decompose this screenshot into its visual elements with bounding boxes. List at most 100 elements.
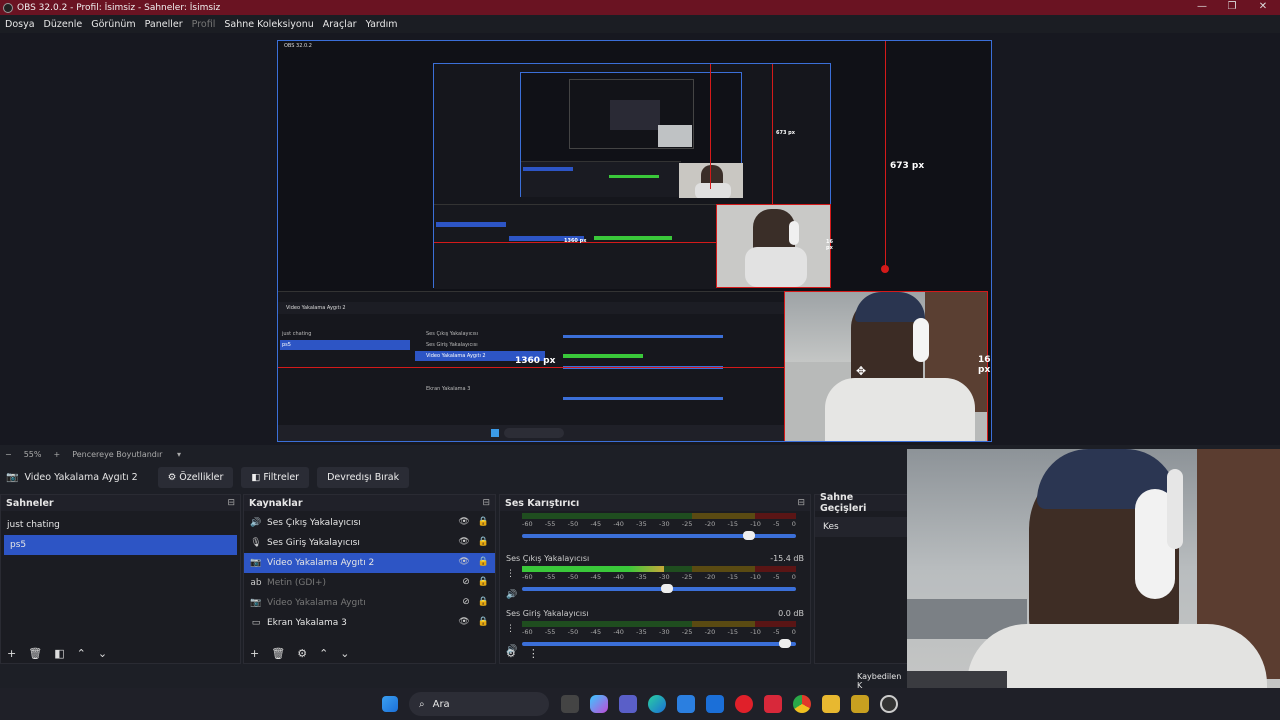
zoom-level: 55%: [23, 449, 42, 459]
menu-profile[interactable]: Profil: [192, 19, 216, 30]
menu-view[interactable]: Görünüm: [91, 19, 135, 30]
meter-ticks: -60 -55 -50 -45 -40 -35 -30 -25 -20 -15 -10 -5 0: [522, 628, 796, 636]
audio-mixer-dock: Ses Karıştırıcı ⊟ -60 -55 -50 -45 -40 -35 -30-…: [499, 494, 811, 664]
menu-help[interactable]: Yardım: [366, 19, 398, 30]
minimize-button[interactable]: —: [1187, 0, 1217, 15]
obs-icon[interactable]: [880, 695, 898, 713]
lock-icon[interactable]: 🔒: [478, 597, 489, 607]
lock-icon[interactable]: 🔒: [478, 577, 489, 587]
edge-icon[interactable]: [648, 695, 666, 713]
scene-item-ps5[interactable]: ps5: [4, 535, 237, 555]
zoom-in-button[interactable]: +: [53, 450, 60, 459]
task-view-icon[interactable]: [561, 695, 579, 713]
fit-to-window-dropdown[interactable]: Pencereye Boyutlandır ▾: [72, 450, 193, 459]
dock-menu-icon[interactable]: ⊟: [797, 498, 805, 508]
properties-label: Özellikler: [179, 471, 224, 483]
window-title: OBS 32.0.2 - Profil: İsimsiz - Sahneler:…: [17, 2, 221, 13]
lock-icon[interactable]: 🔒: [478, 617, 489, 627]
eye-icon[interactable]: 👁: [458, 517, 469, 527]
volume-knob[interactable]: [660, 584, 673, 593]
source-toolbar: 📷 Video Yakalama Aygıtı 2 ⚙ Özellikler ◧…: [0, 463, 907, 491]
eye-hidden-icon[interactable]: ⊘: [462, 597, 470, 607]
source-item-audio-output[interactable]: 🔊 Ses Çıkış Yakalayıcısı 👁 🔒: [244, 513, 495, 533]
opera-icon[interactable]: [735, 695, 753, 713]
chevron-down-icon[interactable]: ⌄: [98, 647, 107, 660]
source-item-audio-input[interactable]: 🎙 Ses Giriş Yakalayıcısı 👁 🔒: [244, 533, 495, 553]
menu-tools[interactable]: Araçlar: [323, 19, 357, 30]
source-item-screen-capture-3[interactable]: ▭ Ekran Yakalama 3 👁 🔒: [244, 613, 495, 633]
trash-icon[interactable]: 🗑: [28, 647, 42, 660]
maximize-button[interactable]: ❐: [1217, 0, 1247, 15]
volume-knob[interactable]: [742, 531, 755, 540]
kebab-menu-icon[interactable]: ⋮: [506, 624, 515, 634]
dock-menu-icon[interactable]: ⊟: [227, 498, 235, 508]
sources-header: Kaynaklar ⊟: [244, 495, 495, 511]
gear-icon[interactable]: ⚙: [297, 647, 307, 660]
scenes-header: Sahneler ⊟: [1, 495, 240, 511]
speaker-icon[interactable]: 🔊: [506, 590, 517, 600]
source-label: Ekran Yakalama 3: [267, 618, 347, 628]
filter-icon[interactable]: ◧: [54, 647, 64, 660]
move-cursor-icon: ✥: [856, 364, 867, 378]
chevron-down-icon[interactable]: ⌄: [340, 647, 349, 660]
eye-hidden-icon[interactable]: ⊘: [462, 577, 470, 587]
mixer-channel-0: -60 -55 -50 -45 -40 -35 -30 -25 -20 -15 -10 -5 0: [500, 513, 810, 551]
properties-button[interactable]: ⚙ Özellikler: [157, 466, 234, 488]
transitions-dock: Sahne Geçişleri Kes: [814, 492, 907, 664]
outlook-icon[interactable]: [706, 695, 724, 713]
transition-select[interactable]: Kes: [815, 517, 907, 537]
chrome-icon[interactable]: [793, 695, 811, 713]
windows-start-icon[interactable]: [382, 696, 398, 712]
search-box[interactable]: ⌕ Ara: [409, 692, 549, 716]
kebab-menu-icon[interactable]: ⋮: [506, 569, 515, 579]
measure-left-label: 1360 px: [515, 356, 556, 366]
add-source-button[interactable]: +: [250, 647, 259, 660]
add-scene-button[interactable]: +: [7, 647, 16, 660]
advanced-audio-icon[interactable]: ⚙: [506, 647, 516, 660]
menu-docks[interactable]: Paneller: [145, 19, 183, 30]
volume-slider[interactable]: [522, 531, 796, 540]
measure-top-label: 673 px: [890, 161, 925, 171]
dock-menu-icon[interactable]: ⊟: [482, 498, 490, 508]
scene-item-just-chating[interactable]: just chating: [1, 515, 240, 535]
preview-canvas[interactable]: OBS 32.0.2 673 px 1360 px 16 px 673 px V…: [277, 40, 992, 442]
copilot-icon[interactable]: [590, 695, 608, 713]
source-item-video-capture-2[interactable]: 📷 Video Yakalama Aygıtı 2 👁 🔒: [244, 553, 495, 573]
inner-measure-left: 1360 px: [564, 238, 587, 244]
eye-icon[interactable]: 👁: [458, 537, 469, 547]
lock-icon[interactable]: 🔒: [478, 517, 489, 527]
menu-scene-collection[interactable]: Sahne Koleksiyonu: [224, 19, 313, 30]
close-button[interactable]: ✕: [1248, 0, 1278, 15]
chevron-up-icon[interactable]: ⌃: [77, 647, 86, 660]
meter-ticks: -60 -55 -50 -45 -40 -35 -30 -25 -20 -15 -10 -5 0: [522, 520, 796, 528]
status-bar: Kaybedilen K: [0, 668, 907, 690]
inner-measure-side: 16 px: [826, 239, 833, 251]
eye-icon[interactable]: 👁: [458, 617, 469, 627]
office-icon[interactable]: [764, 695, 782, 713]
selected-webcam-source[interactable]: [784, 291, 988, 441]
store-icon[interactable]: [677, 695, 695, 713]
source-item-video-capture[interactable]: 📷 Video Yakalama Aygıtı ⊘ 🔒: [244, 593, 495, 613]
sources-title: Kaynaklar: [249, 497, 303, 509]
source-item-text-gdi[interactable]: ab Metin (GDI+) ⊘ 🔒: [244, 573, 495, 593]
lock-icon[interactable]: 🔒: [478, 537, 489, 547]
trash-icon[interactable]: 🗑: [271, 647, 285, 660]
filters-button[interactable]: ◧ Filtreler: [241, 466, 310, 488]
lock-icon[interactable]: 🔒: [478, 557, 489, 567]
filters-label: Filtreler: [263, 471, 300, 483]
menu-edit[interactable]: Düzenle: [44, 19, 83, 30]
volume-slider[interactable]: [522, 584, 796, 593]
kebab-menu-icon[interactable]: ⋮: [528, 647, 539, 660]
app-icon[interactable]: [851, 695, 869, 713]
menu-file[interactable]: Dosya: [5, 19, 35, 30]
monitor-icon: ▭: [251, 618, 261, 628]
search-placeholder: Ara: [432, 698, 450, 710]
explorer-icon[interactable]: [822, 695, 840, 713]
eye-icon[interactable]: 👁: [458, 557, 469, 567]
chevron-up-icon[interactable]: ⌃: [319, 647, 328, 660]
teams-icon[interactable]: [619, 695, 637, 713]
title-bar: OBS 32.0.2 - Profil: İsimsiz - Sahneler:…: [0, 0, 1280, 15]
deactivate-button[interactable]: Devredışı Bırak: [317, 466, 410, 488]
zoom-out-button[interactable]: −: [5, 450, 12, 459]
source-label: Video Yakalama Aygıtı: [267, 598, 366, 608]
